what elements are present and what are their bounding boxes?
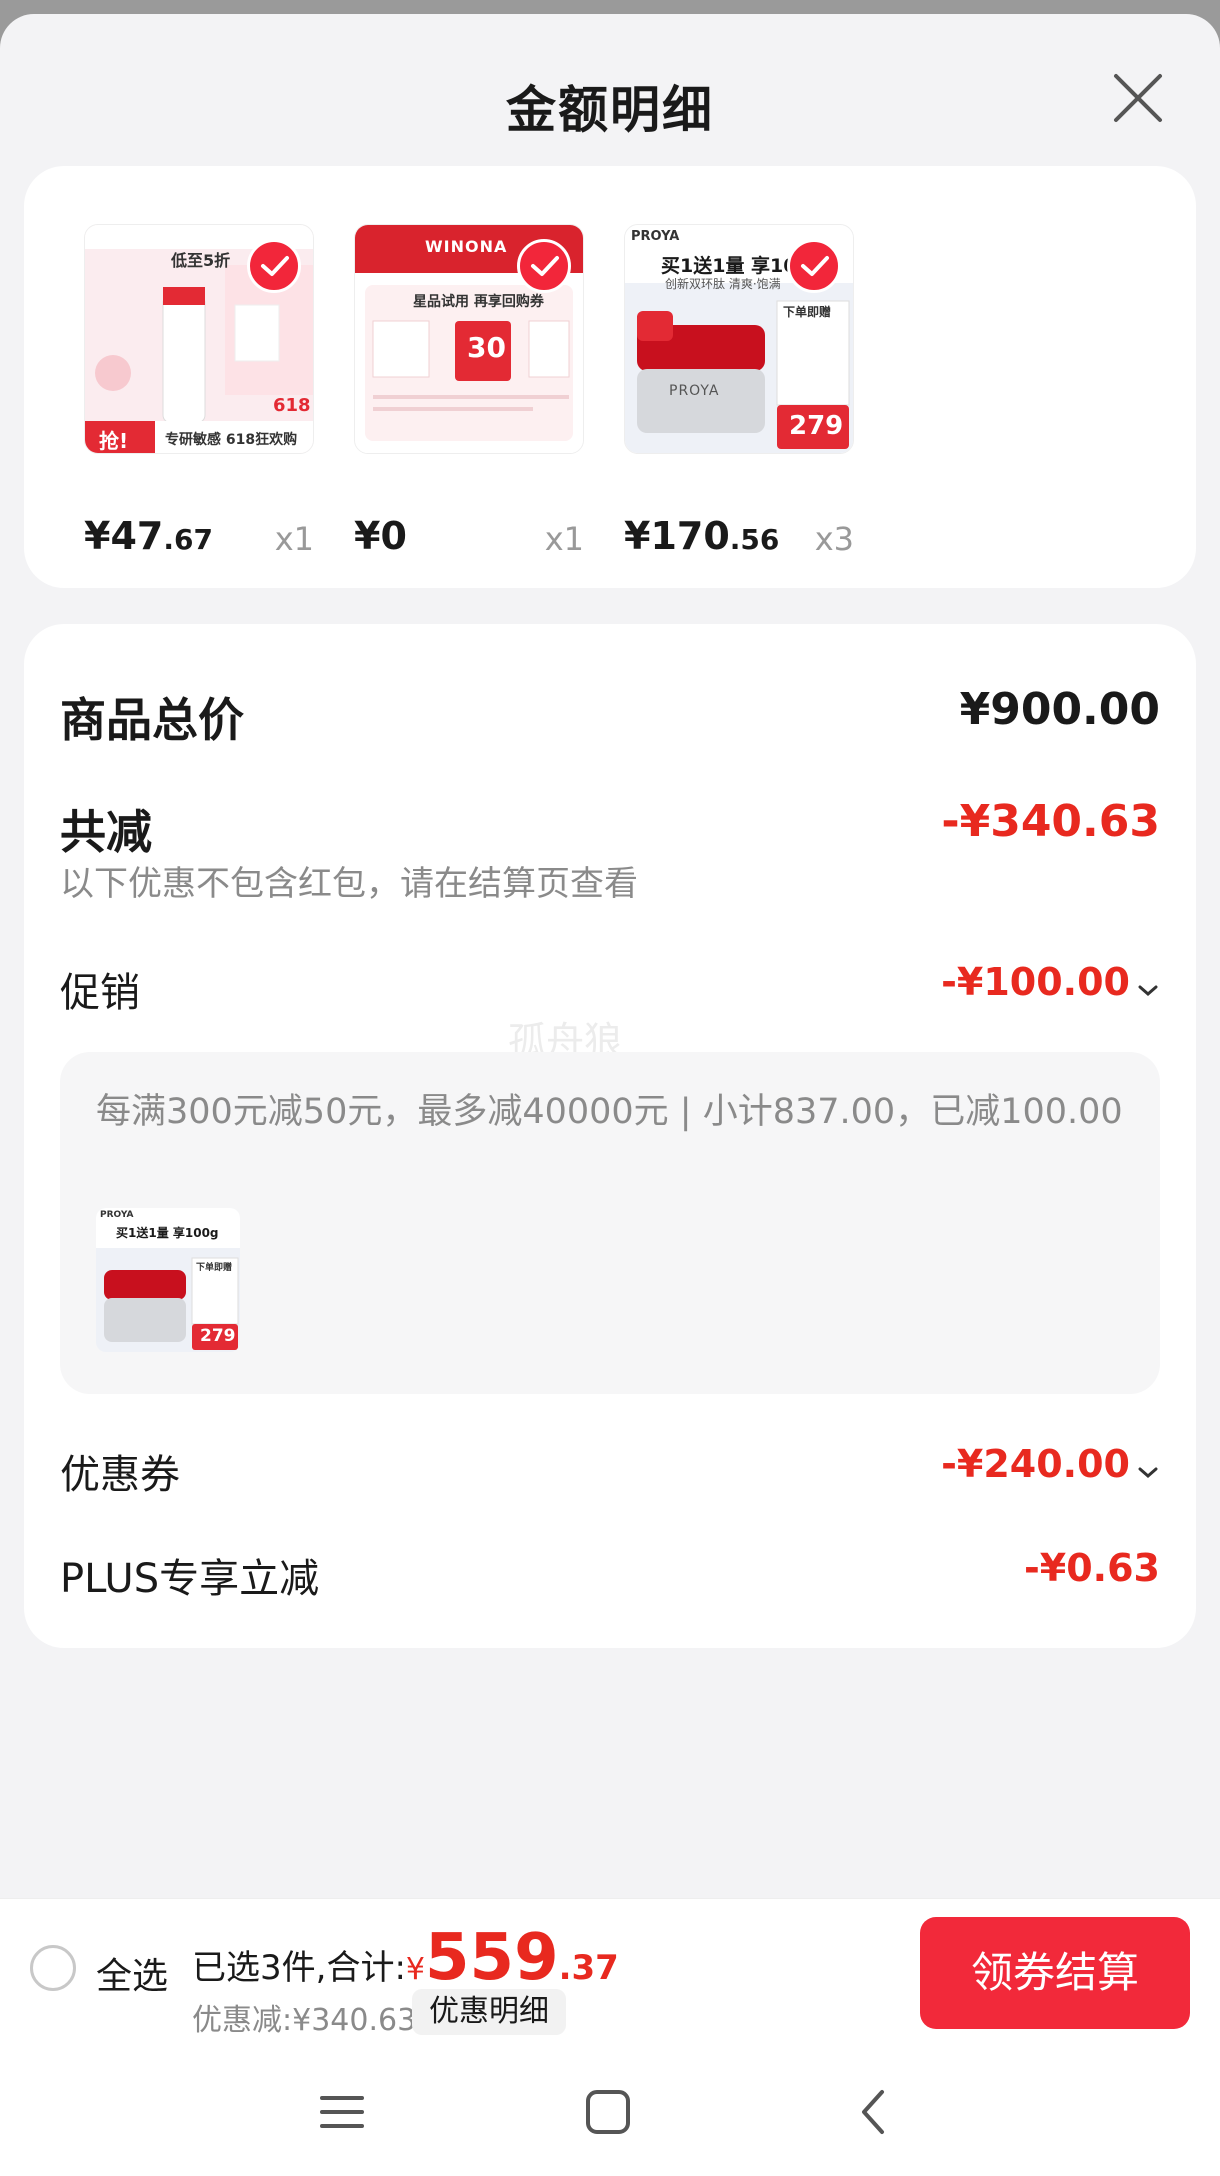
checkout-button[interactable]: 领券结算 <box>920 1917 1190 2029</box>
select-all-radio[interactable] <box>30 1945 76 1991</box>
thumb-tag-text: 抢! <box>99 429 129 453</box>
promo-thumb-gift: 下单即赠 <box>196 1263 233 1273</box>
menu-button[interactable] <box>312 2082 372 2142</box>
promotion-label: 促销 <box>60 970 140 1016</box>
product-quantity: x3 <box>814 520 854 558</box>
promotion-detail-box: 每满300元减50元，最多减40000元 | 小计837.00，已减100.00… <box>60 1052 1160 1394</box>
thumb-coupon-text: 30 <box>467 331 506 364</box>
discount-note: 以下优惠不包含红包，请在结算页查看 <box>60 864 638 904</box>
system-navbar <box>0 2048 1220 2176</box>
selected-check-icon <box>787 239 841 293</box>
product-price-row: ¥0 x1 <box>354 514 584 564</box>
promo-thumb-text: 买1送1量 享100g <box>116 1226 219 1240</box>
thumb-cream-brand: PROYA <box>669 383 720 399</box>
thumb-promo-text: 低至5折 <box>171 251 231 270</box>
coupon-value-wrap: -¥240.00 <box>941 1442 1160 1486</box>
coupon-row[interactable]: 优惠券 -¥240.00 <box>60 1442 1160 1502</box>
total-reduce-value: -¥340.63 <box>941 796 1160 847</box>
promotion-value: -¥100.00 <box>941 960 1130 1004</box>
close-icon <box>1114 74 1162 122</box>
plus-discount-row: PLUS专享立减 -¥0.63 <box>60 1546 1160 1606</box>
close-button[interactable] <box>1106 66 1170 130</box>
product-item[interactable]: 低至5折 抢! 专研敏感 618狂欢购 618 ¥47.67 x1 <box>84 224 314 558</box>
product-item[interactable]: PROYA 买1送1量 享10 创新双环肽 清爽·饱满 下单即赠 PROYA 2… <box>624 224 854 558</box>
discount-detail-button[interactable]: 优惠明细 <box>412 1989 566 2035</box>
product-list-card: 低至5折 抢! 专研敏感 618狂欢购 618 ¥47.67 x1 WINONA… <box>24 166 1196 588</box>
coupon-value: -¥240.00 <box>941 1442 1130 1486</box>
total-currency: ¥ <box>405 1952 425 1987</box>
coupon-label: 优惠券 <box>60 1452 180 1498</box>
selected-check-icon <box>517 239 571 293</box>
total-decimal: .37 <box>558 1948 619 1988</box>
thumb-gift-text: 下单即赠 <box>783 305 832 319</box>
product-price: ¥0 <box>354 514 407 558</box>
discount-total: 优惠减:¥340.63 <box>192 2003 417 2038</box>
promotion-product-thumbnail[interactable]: PROYA 买1送1量 享100g 下单即赠 279 <box>96 1208 240 1352</box>
total-price-label: 商品总价 <box>60 693 244 747</box>
promo-thumb-price: 279 <box>200 1326 236 1346</box>
promotion-detail-text: 每满300元减50元，最多减40000元 | 小计837.00，已减100.00 <box>96 1092 1123 1132</box>
page-title: 金额明细 <box>506 81 714 139</box>
home-button[interactable] <box>578 2082 638 2142</box>
back-chevron-icon <box>862 2090 884 2134</box>
thumb-badge-text: 618 <box>273 395 311 416</box>
menu-icon <box>320 2096 364 2128</box>
select-all-label[interactable]: 全选 <box>96 1947 168 1999</box>
thumb-brand-text: PROYA <box>631 229 680 244</box>
thumb-price-text: 279 <box>789 411 844 441</box>
selected-count-text: 已选3件,合计: <box>192 1948 406 1988</box>
promo-thumb-brand: PROYA <box>100 1210 134 1220</box>
selected-total: 已选3件,合计:¥559.37 <box>192 1921 619 1995</box>
product-quantity: x1 <box>544 520 584 558</box>
product-thumbnail-cleanser: 低至5折 抢! 专研敏感 618狂欢购 618 <box>84 224 314 454</box>
plus-discount-value: -¥0.63 <box>1024 1546 1160 1590</box>
thumb-promo-text: 买1送1量 享10 <box>661 255 797 277</box>
total-integer: 559 <box>425 1921 559 1995</box>
thumb-sub-text: 创新双环肽 清爽·饱满 <box>665 277 781 291</box>
back-button[interactable] <box>844 2082 904 2142</box>
promotion-value-wrap: -¥100.00 <box>941 960 1160 1004</box>
total-price-value: ¥900.00 <box>959 684 1160 735</box>
total-reduce-row: 共减 -¥340.63 <box>60 796 1160 859</box>
price-detail-card: 商品总价 ¥900.00 共减 -¥340.63 以下优惠不包含红包，请在结算页… <box>24 624 1196 1648</box>
chevron-down-icon <box>1138 1467 1158 1478</box>
product-item[interactable]: WINONA 星品试用 再享回购券 30 ¥0 x1 <box>354 224 584 558</box>
chevron-down-icon <box>1138 985 1158 996</box>
home-square-icon <box>586 2090 630 2134</box>
selected-check-icon <box>247 239 301 293</box>
product-price-row: ¥47.67 x1 <box>84 514 314 564</box>
product-price-row: ¥170.56 x3 <box>624 514 854 564</box>
product-thumbnail-trial: WINONA 星品试用 再享回购券 30 <box>354 224 584 454</box>
total-reduce-label: 共减 <box>60 805 152 859</box>
amount-detail-sheet: 金额明细 低至5折 抢! 专研敏感 618狂欢购 618 ¥47.67 x1 W… <box>0 14 1220 2176</box>
total-price-row: 商品总价 ¥900.00 <box>60 684 1160 747</box>
plus-discount-label: PLUS专享立减 <box>60 1556 320 1602</box>
product-price: ¥47.67 <box>84 514 213 558</box>
thumb-brand-text: WINONA <box>425 237 508 256</box>
thumb-footer-text: 专研敏感 618狂欢购 <box>165 432 298 448</box>
product-thumbnail-cream: PROYA 买1送1量 享10 创新双环肽 清爽·饱满 下单即赠 PROYA 2… <box>624 224 854 454</box>
thumb-promo-text: 星品试用 再享回购券 <box>413 294 544 310</box>
checkout-bar: 全选 已选3件,合计:¥559.37 优惠减:¥340.63 优惠明细 领券结算 <box>0 1898 1220 2049</box>
product-quantity: x1 <box>274 520 314 558</box>
product-price: ¥170.56 <box>624 514 780 558</box>
